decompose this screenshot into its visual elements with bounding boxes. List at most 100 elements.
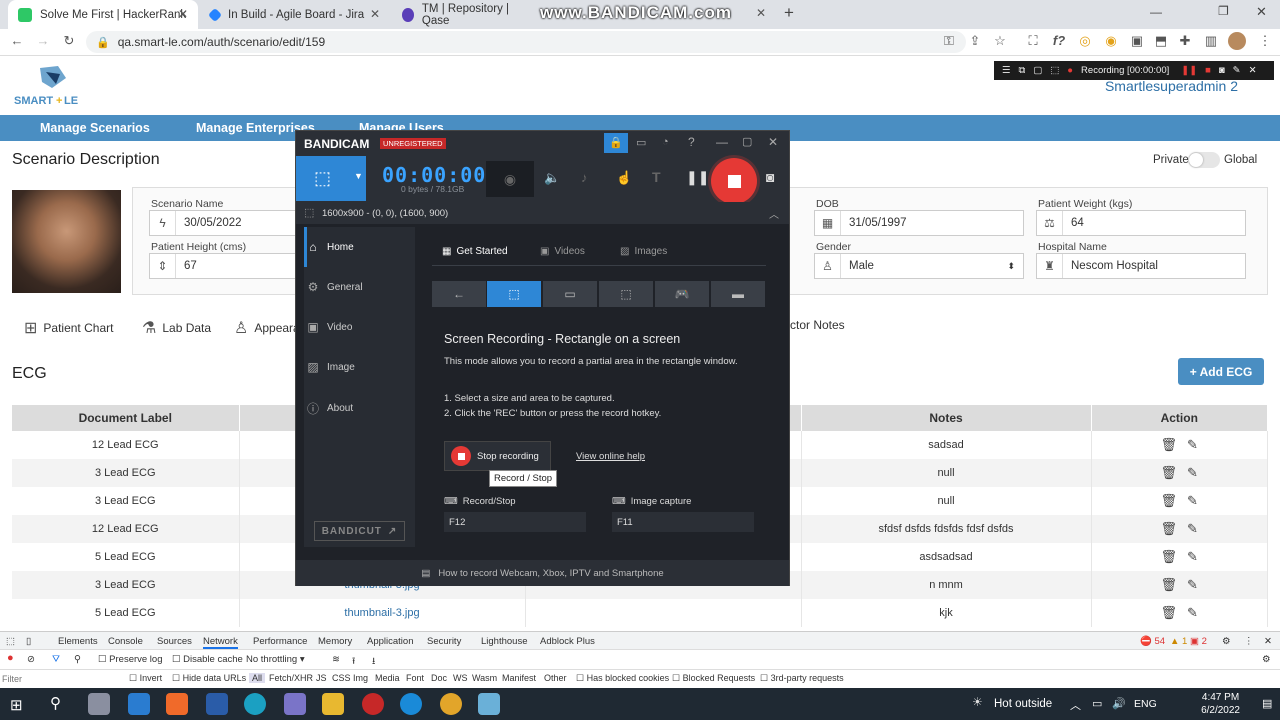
formula-extension-icon[interactable]: f? [1050,33,1068,48]
resolution-bar[interactable]: ⬚ 1600x900 - (0, 0), (1600, 900) ︿ [296,202,789,224]
visibility-toggle[interactable] [1188,152,1220,168]
sidebar-item-about[interactable]: ⓘ About [306,400,353,417]
devtools-tab-adblock-plus[interactable]: Adblock Plus [540,636,595,647]
gender-select[interactable]: ♙ Male ⬍ [814,253,1024,279]
lock-icon[interactable]: 🔒 [604,133,628,153]
app-icon[interactable] [284,693,306,715]
sidebar-item-image[interactable]: ▨ Image [306,360,354,374]
trash-icon[interactable]: 🗑 [1161,549,1178,565]
edit-icon[interactable]: ✎ [1187,605,1198,621]
dob-field[interactable]: ▦ 31/05/1997 [814,210,1024,236]
filter-chip[interactable]: CSS [332,673,351,683]
filter-chip[interactable]: Doc [431,673,447,683]
close-icon[interactable]: ✕ [1264,636,1272,647]
edit-icon[interactable]: ✎ [1187,577,1198,593]
preserve-log-checkbox[interactable]: ☐ Preserve log [98,654,163,665]
disable-cache-checkbox[interactable]: ☐ Disable cache [172,654,243,665]
filter-icon[interactable]: ⛛ [52,654,60,665]
filter-chip[interactable]: Wasm [472,673,497,683]
pause-icon[interactable]: ❚❚ [1181,65,1197,76]
blocked-cookies-checkbox[interactable]: ☐ Has blocked cookies [576,673,669,684]
filter-chip[interactable]: Media [375,673,400,683]
close-icon[interactable]: ✕ [756,6,766,20]
app-icon[interactable] [478,693,500,715]
patient-height-field[interactable]: ⇕ 67 [149,253,299,279]
edit-icon[interactable]: ✎ [1187,549,1198,565]
profile-avatar[interactable] [1228,32,1246,50]
network-icon[interactable]: ▭ [1092,697,1102,710]
filter-chip[interactable]: Manifest [502,673,536,683]
nav-manage-scenarios[interactable]: Manage Scenarios [40,121,150,135]
trash-icon[interactable]: 🗑 [1161,437,1178,453]
search-icon[interactable]: ⚲ [74,654,81,665]
trash-icon[interactable]: 🗑 [1161,521,1178,537]
stop-recording-button[interactable]: Stop recording [444,441,551,471]
sidebar-item-general[interactable]: ⚙ General [306,280,363,294]
app-icon[interactable] [206,693,228,715]
upload-icon[interactable]: ⭱ [352,654,355,670]
edit-icon[interactable]: ✎ [1187,521,1198,537]
devtools-tab-sources[interactable]: Sources [157,636,192,647]
minimize-icon[interactable]: — [1150,5,1162,19]
tab-appearance[interactable]: ♙ Appeara [234,318,300,338]
postman-icon[interactable] [166,693,188,715]
edit-icon[interactable]: ✎ [1187,437,1198,453]
warning-count[interactable]: ▲ 1 [1170,636,1187,647]
image-hotkey-field[interactable]: F11 [612,512,754,532]
star-icon[interactable]: ☆ [991,33,1009,49]
devtools-tab-application[interactable]: Application [367,636,413,647]
fullscreen-mode-tab[interactable]: ▭ [543,281,597,307]
search-icon[interactable]: ⚲ [50,694,61,712]
throttling-select[interactable]: No throttling ▾ [246,654,305,665]
filter-chip[interactable]: Other [544,673,567,683]
trash-icon[interactable]: 🗑 [1161,605,1178,621]
tab-patient-chart[interactable]: ⊞ Patient Chart [24,318,113,338]
rectangle-mode-button[interactable]: ⬚ ▼ [296,156,366,201]
edit-icon[interactable]: ✎ [1187,493,1198,509]
error-count[interactable]: ⛔ 54 [1140,636,1165,647]
menu-icon[interactable]: ⋮ [1256,33,1274,49]
tab-images[interactable]: ▨ Images [620,246,667,257]
extension-icon[interactable]: ⛶ [1024,33,1042,49]
tray-chevron-icon[interactable]: ︿ [1070,697,1081,713]
window-close-icon[interactable]: ✕ [1256,4,1267,20]
around-mouse-mode-tab[interactable]: ⬚ [599,281,653,307]
devtools-tab-network[interactable]: Network [203,636,238,649]
reload-icon[interactable]: ↻ [60,33,78,49]
rectangle-icon[interactable]: ⬚ [1050,65,1059,76]
download-icon[interactable]: ⭳ [372,654,375,670]
help-icon[interactable]: ? [688,135,695,149]
edge-icon[interactable] [244,693,266,715]
tab-lab-data[interactable]: ⚗ Lab Data [142,318,211,338]
file-explorer-icon[interactable] [322,693,344,715]
filter-chip[interactable]: All [249,673,266,683]
clock-icon[interactable]: ◔ [662,136,669,148]
filter-chip[interactable]: JS [316,673,327,683]
browser-tab[interactable]: In Build - Agile Board - Jira ✕ [200,0,390,29]
bandicam-icon[interactable] [362,693,384,715]
issues-count[interactable]: ▣ 2 [1190,636,1207,647]
edit-icon[interactable]: ✎ [1187,465,1198,481]
key-icon[interactable]: ⚿ [940,33,958,49]
address-bar[interactable]: 🔒 qa.smart-le.com/auth/scenario/edit/159 [86,31,966,53]
view-online-help-link[interactable]: View online help [576,451,645,462]
minimize-icon[interactable]: — [716,135,728,149]
blocked-requests-checkbox[interactable]: ☐ Blocked Requests [672,673,755,684]
devtools-tab-memory[interactable]: Memory [318,636,352,647]
pause-icon[interactable]: ❚❚ [686,169,709,186]
add-ecg-button[interactable]: + Add ECG [1178,358,1264,385]
camera-icon[interactable]: ◙ [1219,65,1225,76]
devtools-tab-security[interactable]: Security [427,636,461,647]
devtools-tab-performance[interactable]: Performance [253,636,307,647]
new-tab-button[interactable]: + [784,3,794,23]
filter-chip[interactable]: WS [453,673,468,683]
rectangle-mode-tab[interactable]: ⬚ [487,281,541,307]
language-indicator[interactable]: ENG [1134,698,1157,710]
filter-chip[interactable]: Font [406,673,424,683]
folder-icon[interactable]: ▭ [636,136,646,149]
filter-chip[interactable]: Fetch/XHR [269,673,313,683]
extension-icon[interactable]: ▣ [1128,33,1146,49]
devtools-tab-elements[interactable]: Elements [58,636,98,647]
user-name[interactable]: Smartlesuperadmin 2 [1105,78,1238,94]
fullscreen-icon[interactable]: ▢ [1033,65,1042,76]
